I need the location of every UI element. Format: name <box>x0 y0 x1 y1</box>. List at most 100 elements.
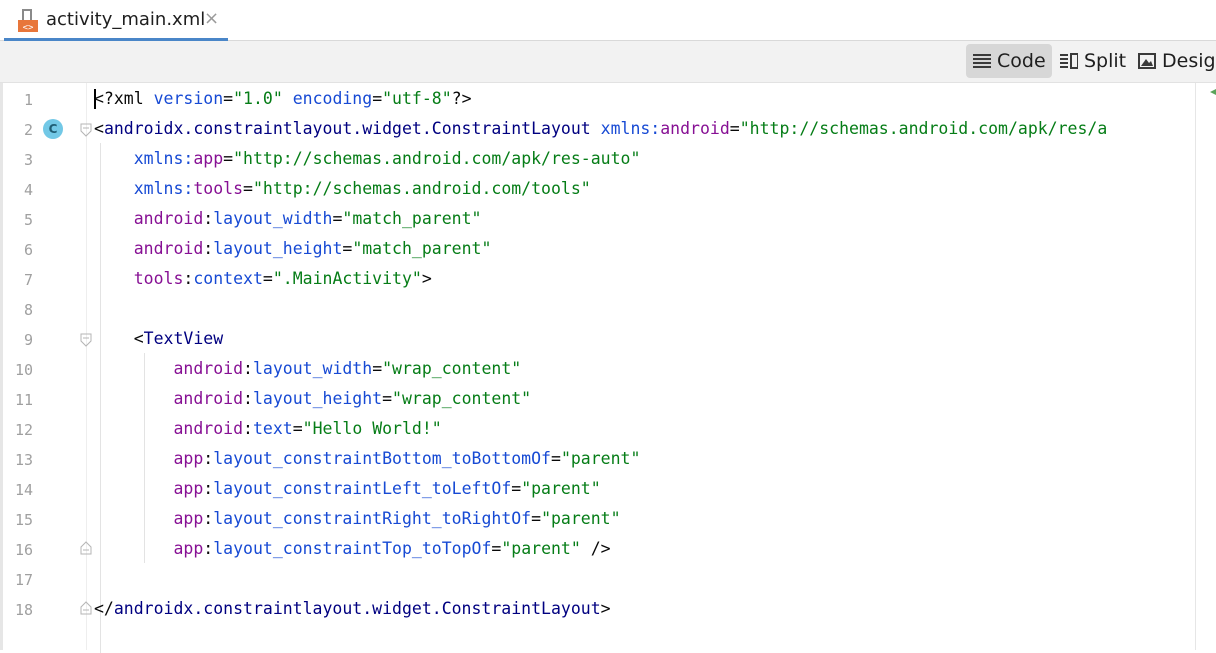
code-token: : <box>243 419 253 438</box>
code-token: < <box>94 119 104 138</box>
code-token: = <box>223 149 234 168</box>
code-token: <?xml <box>94 89 154 108</box>
code-line[interactable]: android:text="Hello World!" <box>94 414 442 444</box>
line-number: 5 <box>23 211 33 229</box>
fold-open-icon[interactable] <box>80 123 92 137</box>
line-number: 12 <box>14 421 33 439</box>
code-token: = <box>342 239 353 258</box>
code-token: app <box>173 479 204 498</box>
code-token: app <box>173 449 204 468</box>
line-number: 1 <box>23 91 33 109</box>
code-line[interactable]: android:layout_width="wrap_content" <box>94 354 521 384</box>
code-token: text <box>252 419 293 438</box>
code-token: "parent" <box>560 449 641 468</box>
code-line[interactable]: xmlns:tools="http://schemas.android.com/… <box>94 174 591 204</box>
code-line[interactable]: app:layout_constraintTop_toTopOf="parent… <box>94 534 611 564</box>
split-view-icon <box>1060 53 1078 69</box>
code-token: : <box>203 509 214 528</box>
class-c-icon[interactable]: C <box>43 119 63 139</box>
line-number: 4 <box>23 181 33 199</box>
code-token: layout_width <box>252 359 373 378</box>
code-token: ?> <box>451 89 472 108</box>
editor-mode-toolbar: Code Split Design <box>0 41 1216 83</box>
line-number: 6 <box>23 241 33 259</box>
code-token: androidx.constraintlayout.widget.Constra… <box>113 599 601 618</box>
code-line[interactable]: android:layout_height="match_parent" <box>94 234 492 264</box>
code-token: layout_constraintTop_toTopOf <box>213 539 492 558</box>
line-number: 9 <box>23 331 33 349</box>
code-line[interactable]: <?xml version="1.0" encoding="utf-8"?> <box>94 84 472 114</box>
line-number: 11 <box>14 391 33 409</box>
code-token: tools <box>193 179 244 198</box>
code-token: : <box>203 479 214 498</box>
code-token: tools <box>133 269 184 288</box>
text-caret <box>94 89 96 109</box>
line-number: 8 <box>23 301 33 319</box>
code-token: : <box>243 359 253 378</box>
code-token: xmlns: <box>133 179 194 198</box>
close-tab-icon[interactable]: × <box>204 8 219 29</box>
code-token: ".MainActivity" <box>272 269 422 288</box>
split-mode-button[interactable]: Split <box>1060 44 1126 78</box>
code-token: android <box>660 119 730 138</box>
code-editor[interactable]: C 1 2 3 4 5 6 7 8 9 10 11 12 13 14 15 16 17 18 <?xml vers… <box>3 83 1216 653</box>
line-number: 17 <box>14 571 33 589</box>
code-line[interactable]: <TextView <box>94 324 223 354</box>
right-margin-guide <box>1195 83 1196 650</box>
code-line[interactable]: </androidx.constraintlayout.widget.Const… <box>94 594 611 624</box>
code-token: "parent" <box>501 539 581 558</box>
line-number: 13 <box>14 451 33 469</box>
code-token: </ <box>94 599 114 618</box>
code-line[interactable]: app:layout_constraintLeft_toLeftOf="pare… <box>94 474 601 504</box>
code-token: /> <box>580 539 611 558</box>
code-line[interactable]: android:layout_height="wrap_content" <box>94 384 531 414</box>
design-mode-label: Design <box>1162 50 1216 72</box>
svg-text:<>: <> <box>23 23 34 33</box>
code-line[interactable]: tools:context=".MainActivity"> <box>94 264 432 294</box>
design-mode-button[interactable]: Design <box>1138 44 1216 78</box>
code-token: "http://schemas.android.com/tools" <box>252 179 591 198</box>
code-line[interactable]: android:layout_width="match_parent" <box>94 204 482 234</box>
code-token: "http://schemas.android.com/apk/res/a <box>739 119 1108 138</box>
code-token: = <box>223 89 234 108</box>
code-token: app <box>193 149 224 168</box>
code-token: = <box>372 359 383 378</box>
code-line[interactable]: <androidx.constraintlayout.widget.Constr… <box>94 114 1107 144</box>
code-token: layout_constraintBottom_toBottomOf <box>213 449 551 468</box>
code-mode-button[interactable]: Code <box>966 44 1052 78</box>
code-token: "wrap_content" <box>382 359 522 378</box>
fold-end-icon[interactable] <box>80 541 92 555</box>
code-token: > <box>421 269 432 288</box>
code-token: layout_height <box>252 389 383 408</box>
code-token: layout_constraintLeft_toLeftOf <box>213 479 512 498</box>
code-token: xmlns: <box>600 119 661 138</box>
code-token: = <box>262 269 273 288</box>
tab-title: activity_main.xml <box>46 9 206 30</box>
code-line[interactable]: xmlns:app="http://schemas.android.com/ap… <box>94 144 641 174</box>
code-token: "Hello World!" <box>302 419 442 438</box>
code-token: "parent" <box>521 479 601 498</box>
code-token: : <box>203 209 214 228</box>
code-line[interactable]: app:layout_constraintBottom_toBottomOf="… <box>94 444 640 474</box>
inspection-ok-icon[interactable] <box>1210 89 1216 95</box>
tab-activity-main[interactable]: <> activity_main.xml × <box>4 0 228 41</box>
code-token: android <box>173 419 244 438</box>
fold-end-icon[interactable] <box>80 601 92 615</box>
code-token: android <box>133 209 204 228</box>
code-token: app <box>173 539 204 558</box>
code-token: "http://schemas.android.com/apk/res-auto… <box>233 149 641 168</box>
xml-file-icon: <> <box>18 9 38 33</box>
code-token: = <box>511 479 522 498</box>
fold-open-icon[interactable] <box>80 333 92 347</box>
code-line[interactable]: app:layout_constraintRight_toRightOf="pa… <box>94 504 620 534</box>
line-number: 10 <box>14 361 33 379</box>
